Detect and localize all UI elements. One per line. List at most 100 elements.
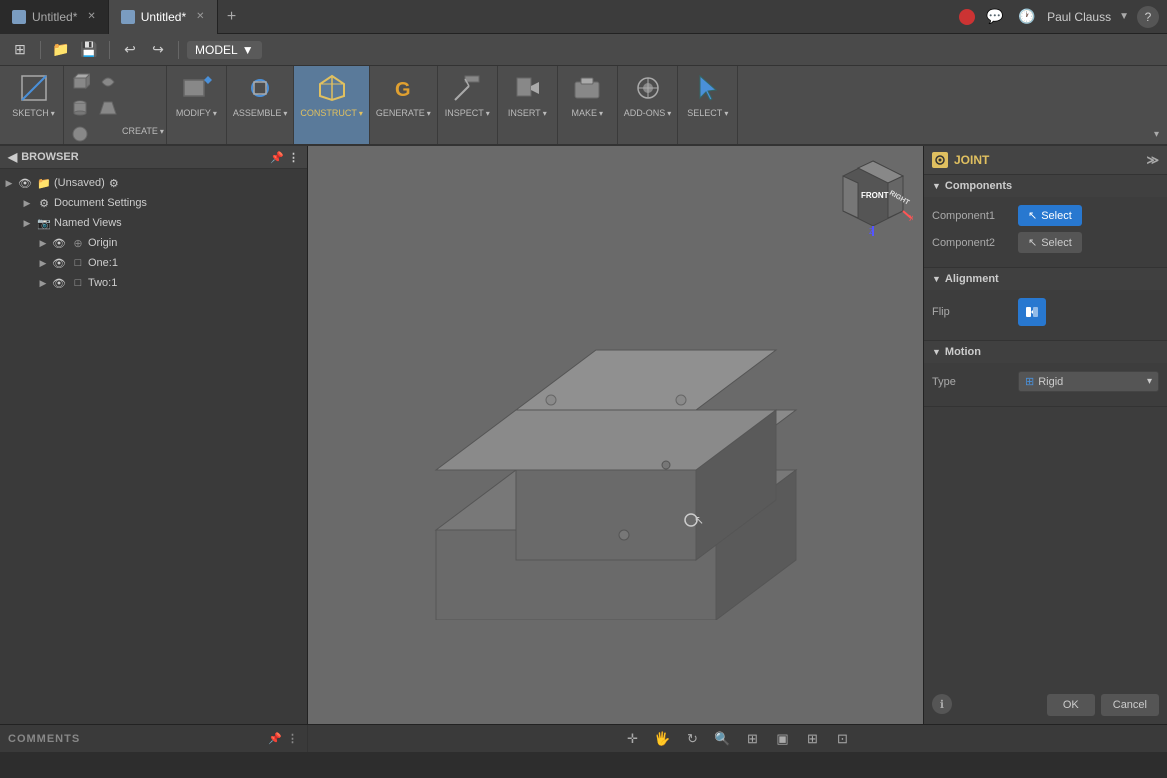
more-icon: [70, 124, 90, 144]
component2-row: Component2 ↖ Select: [932, 232, 1159, 253]
eye-icon-origin[interactable]: 👁: [52, 236, 66, 250]
model-mode-button[interactable]: MODEL ▼: [187, 41, 262, 59]
browser-pin-icon[interactable]: 📌: [270, 151, 284, 164]
tree-item-two1[interactable]: ▶ 👁 □ Two:1: [0, 273, 307, 293]
tree-item-docsettings[interactable]: ▶ ⚙ Document Settings: [0, 193, 307, 213]
pan-tool-icon[interactable]: 🖐: [652, 728, 674, 750]
components-section-header[interactable]: ▼ Components: [924, 175, 1167, 197]
ribbon-insert[interactable]: INSERT▾: [498, 66, 558, 144]
create-cylinder-btn[interactable]: [66, 96, 94, 120]
joint-expand-icon[interactable]: ≫: [1146, 153, 1159, 167]
tree-arrow-one1: ▶: [36, 256, 50, 270]
tab-2[interactable]: Untitled* ✕: [109, 0, 218, 34]
tab-2-close[interactable]: ✕: [196, 11, 204, 22]
ok-button[interactable]: OK: [1047, 694, 1095, 716]
tree-item-root[interactable]: ▶ 👁 📁 (Unsaved) ⚙: [0, 173, 307, 193]
components-section-label: Components: [945, 180, 1012, 192]
ribbon-create[interactable]: CREATE▾: [64, 66, 167, 144]
tree-item-one1[interactable]: ▶ 👁 □ One:1: [0, 253, 307, 273]
browser-back-icon[interactable]: ◀: [8, 150, 17, 164]
viewport[interactable]: ↖ FRONT RIGHT Z X: [308, 146, 923, 724]
component1-select-button[interactable]: ↖ Select: [1018, 205, 1082, 226]
ribbon-expand[interactable]: ▾: [1150, 66, 1163, 144]
eye-icon-two1[interactable]: 👁: [52, 276, 66, 290]
user-name[interactable]: Paul Clauss: [1047, 10, 1111, 24]
ribbon-sketch[interactable]: SKETCH▾: [4, 66, 64, 144]
type-value: Rigid: [1038, 376, 1063, 388]
browser-title: BROWSER: [21, 151, 78, 163]
flip-row: Flip: [932, 298, 1159, 326]
move-tool-icon[interactable]: ✛: [622, 728, 644, 750]
svg-text:Z: Z: [869, 227, 874, 236]
joint-icon: [932, 152, 948, 168]
component2-select-button[interactable]: ↖ Select: [1018, 232, 1082, 253]
create-revolve-btn[interactable]: [94, 70, 122, 94]
motion-type-select[interactable]: ⊞ Rigid ▾: [1018, 371, 1159, 392]
tab-1-close[interactable]: ✕: [87, 11, 95, 22]
make-label: MAKE▾: [572, 108, 604, 118]
joint-panel-header: JOINT ≫: [924, 146, 1167, 175]
generate-icon: G: [385, 70, 421, 106]
motion-section-header[interactable]: ▼ Motion: [924, 341, 1167, 363]
ribbon-addons[interactable]: ADD-ONS▾: [618, 66, 679, 144]
sketch-icon: [16, 70, 52, 106]
rigid-icon: ⊞: [1025, 375, 1034, 388]
ribbon-inspect[interactable]: INSPECT▾: [438, 66, 498, 144]
create-loft-btn[interactable]: [94, 96, 122, 120]
undo-arrow-icon[interactable]: ↪: [146, 38, 170, 62]
axis-cube[interactable]: FRONT RIGHT Z X: [833, 156, 913, 236]
ribbon-modify[interactable]: MODIFY▾: [167, 66, 227, 144]
ribbon-construct[interactable]: CONSTRUCT▾: [294, 66, 370, 144]
chat-icon[interactable]: 💬: [983, 5, 1007, 29]
browser-header: ◀ BROWSER 📌 ⋮: [0, 146, 307, 169]
eye-icon-root[interactable]: 👁: [18, 176, 32, 190]
snap-icon[interactable]: ⊡: [832, 728, 854, 750]
comments-section[interactable]: COMMENTS 📌 ⋮: [0, 725, 308, 752]
cylinder-icon: [70, 98, 90, 118]
record-button[interactable]: [959, 9, 975, 25]
grid-icon[interactable]: ⊞: [8, 38, 32, 62]
cancel-button[interactable]: Cancel: [1101, 694, 1159, 716]
toolbar-separator-2: [109, 41, 110, 59]
comments-expand-icon[interactable]: 📌: [268, 732, 283, 745]
grid-toggle-icon[interactable]: ⊞: [802, 728, 824, 750]
component1-label: Component1: [932, 210, 1012, 222]
ribbon-select[interactable]: SELECT▾: [678, 66, 738, 144]
tree-item-origin[interactable]: ▶ 👁 ⊕ Origin: [0, 233, 307, 253]
ribbon-assemble[interactable]: ASSEMBLE▾: [227, 66, 295, 144]
comments-pin-icon[interactable]: ⋮: [287, 732, 299, 745]
create-more-btn[interactable]: [66, 122, 94, 146]
joint-panel: JOINT ≫ ▼ Components Component1 ↖ Select: [923, 146, 1167, 724]
alignment-section-header[interactable]: ▼ Alignment: [924, 268, 1167, 290]
new-tab-button[interactable]: +: [218, 3, 246, 31]
comments-label: COMMENTS: [8, 733, 80, 745]
tree-label-two1: Two:1: [88, 277, 117, 289]
user-dropdown-icon[interactable]: ▼: [1119, 11, 1129, 22]
history-icon[interactable]: 🕐: [1015, 5, 1039, 29]
ribbon-generate[interactable]: G GENERATE▾: [370, 66, 438, 144]
assemble-label: ASSEMBLE▾: [233, 108, 288, 118]
save-icon[interactable]: 💾: [77, 38, 101, 62]
orbit-tool-icon[interactable]: ↻: [682, 728, 704, 750]
zoom-tool-icon[interactable]: 🔍: [712, 728, 734, 750]
undo-icon[interactable]: ↩: [118, 38, 142, 62]
component-icon-one1: □: [70, 255, 86, 271]
addons-label: ADD-ONS▾: [624, 108, 672, 118]
settings-icon-root[interactable]: ⚙: [107, 176, 121, 190]
flip-button[interactable]: [1018, 298, 1046, 326]
browser-more-icon[interactable]: ⋮: [288, 151, 299, 164]
display-mode-icon[interactable]: ▣: [772, 728, 794, 750]
flip-icon: [1024, 304, 1040, 320]
file-icon[interactable]: 📁: [49, 38, 73, 62]
info-button[interactable]: ℹ: [932, 694, 952, 714]
eye-icon-one1[interactable]: 👁: [52, 256, 66, 270]
tab-1[interactable]: Untitled* ✕: [0, 0, 109, 34]
tree-item-namedviews[interactable]: ▶ 📷 Named Views: [0, 213, 307, 233]
cursor-icon-1: ↖: [1028, 209, 1037, 222]
ribbon-make[interactable]: MAKE▾: [558, 66, 618, 144]
help-button[interactable]: ?: [1137, 6, 1159, 28]
create-box-btn[interactable]: [66, 70, 94, 94]
fit-tool-icon[interactable]: ⊞: [742, 728, 764, 750]
motion-section-content: Type ⊞ Rigid ▾: [924, 363, 1167, 406]
svg-text:↖: ↖: [694, 513, 704, 527]
